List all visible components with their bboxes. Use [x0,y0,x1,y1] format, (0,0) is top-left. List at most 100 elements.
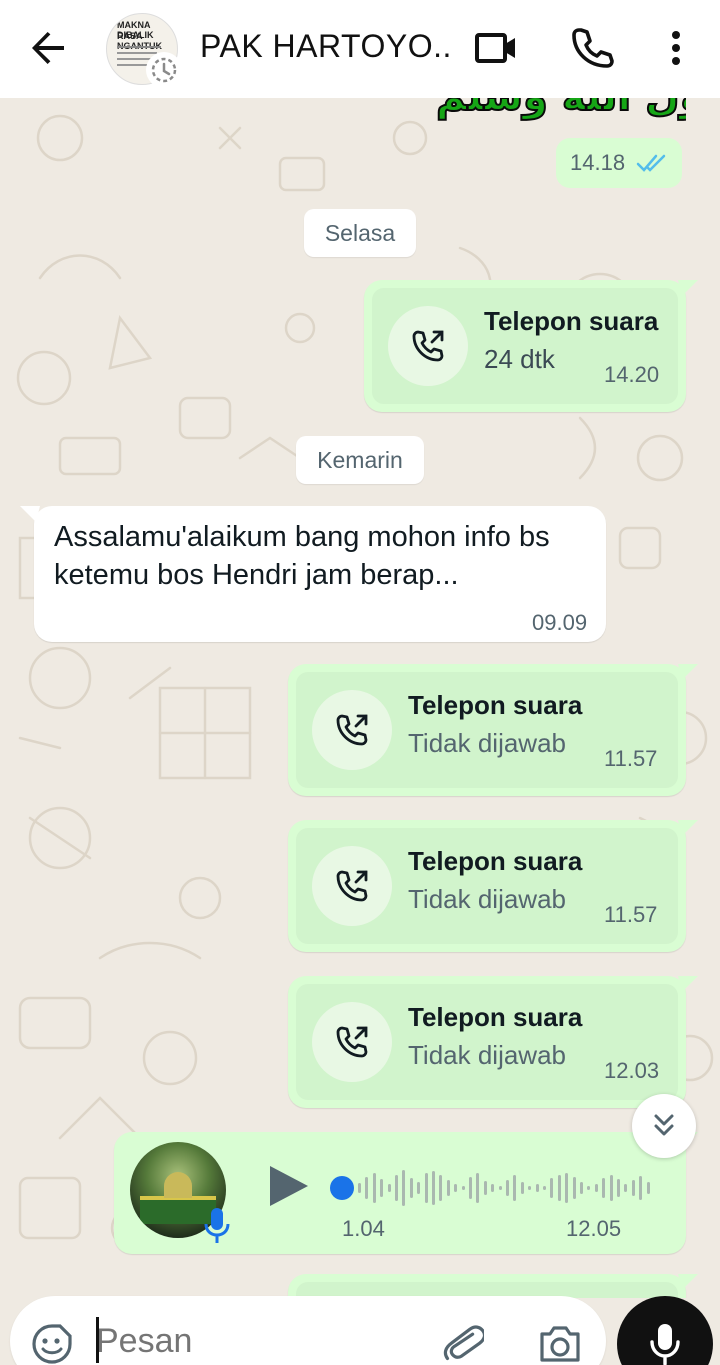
playback-scrubber[interactable] [330,1176,354,1200]
waveform-bar [565,1173,569,1203]
waveform-bar [617,1179,620,1197]
outgoing-call-icon [388,306,468,386]
message-time: 14.20 [604,362,660,387]
chevrons-down-icon [654,1114,674,1136]
waveform-bar [387,1184,391,1192]
date-separator: Kemarin [296,436,424,484]
bubble-tail [678,976,698,992]
waveform-bar [358,1183,361,1193]
call-title: Telepon suara [484,306,659,336]
waveform-bar [572,1177,576,1199]
waveform-bar [380,1179,384,1197]
message-time: 11.57 [604,746,658,771]
incoming-message[interactable]: Assalamu'alaikum bang mohon info bs kete… [34,506,606,642]
bubble-tail [678,1274,698,1290]
chat-header: MAKNA DIBALIK RASA NGANTUK PAK HARTOYO..… [0,0,720,98]
bubble-tail [678,280,698,296]
message-time: 12.05 [566,1216,622,1241]
outgoing-call-icon [312,690,392,770]
waveform-bar [631,1180,635,1196]
call-status: Tidak dijawab [408,1040,567,1070]
call-status: Tidak dijawab [408,884,567,914]
message-time: 11.57 [604,902,658,927]
call-title: Telepon suara [408,690,583,720]
waveform-bar [587,1186,591,1190]
waveform-bar [506,1180,509,1196]
attach-paperclip-icon[interactable] [442,1320,484,1365]
call-title: Telepon suara [408,846,583,876]
waveform-bar [395,1175,398,1201]
contact-name[interactable]: PAK HARTOYO... [200,28,450,65]
waveform-bar [602,1178,606,1198]
date-separator: Selasa [304,209,416,257]
scroll-to-bottom-button[interactable] [632,1094,696,1158]
sticker-image[interactable]: رسول الله وسلم [436,98,686,128]
message-time: 14.18 [570,150,626,175]
double-tick-icon [636,154,666,172]
waveform-bar [624,1184,628,1192]
waveform-bar [535,1184,539,1192]
more-options-icon[interactable] [652,24,700,72]
waveform-bar [446,1180,450,1196]
waveform-bar [409,1178,413,1198]
waveform-bar [454,1184,458,1192]
video-call-icon[interactable] [472,24,520,72]
mic-badge-icon [204,1208,230,1243]
bubble-tail [20,506,40,522]
sticker-time-pill: 14.18 [556,138,682,188]
waveform-bar [417,1182,421,1194]
waveform-bar [476,1173,480,1203]
status-ring-icon [146,52,182,88]
waveform-bar [557,1175,561,1201]
outgoing-call-icon [312,846,392,926]
waveform-bar [402,1170,406,1206]
call-title: Telepon suara [408,1002,583,1032]
waveform-bar [580,1182,583,1194]
waveform-bar [483,1181,487,1195]
message-input-bar [10,1296,606,1365]
avatar-text-line2: RASA NGANTUK [117,31,162,51]
call-message[interactable]: Telepon suara Tidak dijawab 11.57 [288,820,686,952]
waveform-bar [469,1177,472,1199]
text-caret [96,1317,99,1363]
waveform-bar [461,1186,465,1190]
message-text: Assalamu'alaikum bang mohon info bs kete… [54,521,550,591]
waveform-bar [520,1182,524,1194]
waveform-bar [550,1178,554,1198]
voice-record-button[interactable] [617,1296,713,1365]
call-status: Tidak dijawab [408,728,567,758]
outgoing-call-icon [312,1002,392,1082]
waveform-bar [513,1175,517,1201]
call-message[interactable]: Telepon suara 24 dtk 14.20 [364,280,686,412]
sticker-emoji-icon[interactable] [30,1322,74,1365]
call-message-partial[interactable] [288,1274,686,1298]
waveform-bar [491,1184,495,1192]
waveform-bar [498,1186,502,1190]
voice-duration: 1.04 [342,1216,385,1241]
message-input[interactable] [96,1316,416,1365]
waveform-bar [528,1186,532,1190]
bubble-tail [678,820,698,836]
camera-icon[interactable] [536,1322,584,1365]
waveform-bar [609,1175,613,1201]
sticker-text: رسول الله وسلم [436,98,686,121]
waveform-bar [439,1175,443,1201]
call-duration: 24 dtk [484,344,555,374]
message-time: 12.03 [604,1058,660,1083]
chat-area[interactable]: رسول الله وسلم 14.18 Selasa Telepon suar… [0,98,720,1298]
voice-message[interactable]: 1.04 12.05 [114,1132,686,1254]
back-arrow-icon[interactable] [24,24,72,72]
waveform-bar [543,1186,546,1190]
play-icon[interactable] [264,1162,312,1210]
waveform-bar [639,1176,643,1200]
call-message[interactable]: Telepon suara Tidak dijawab 12.03 [288,976,686,1108]
voice-call-icon[interactable] [568,24,616,72]
waveform-bar [372,1173,376,1203]
message-time: 09.09 [532,610,588,635]
microphone-icon [650,1324,680,1365]
waveform-bar [365,1177,369,1199]
waveform-bar [424,1173,428,1203]
waveform-bar [646,1182,650,1194]
voice-waveform[interactable] [358,1162,658,1214]
call-message[interactable]: Telepon suara Tidak dijawab 11.57 [288,664,686,796]
